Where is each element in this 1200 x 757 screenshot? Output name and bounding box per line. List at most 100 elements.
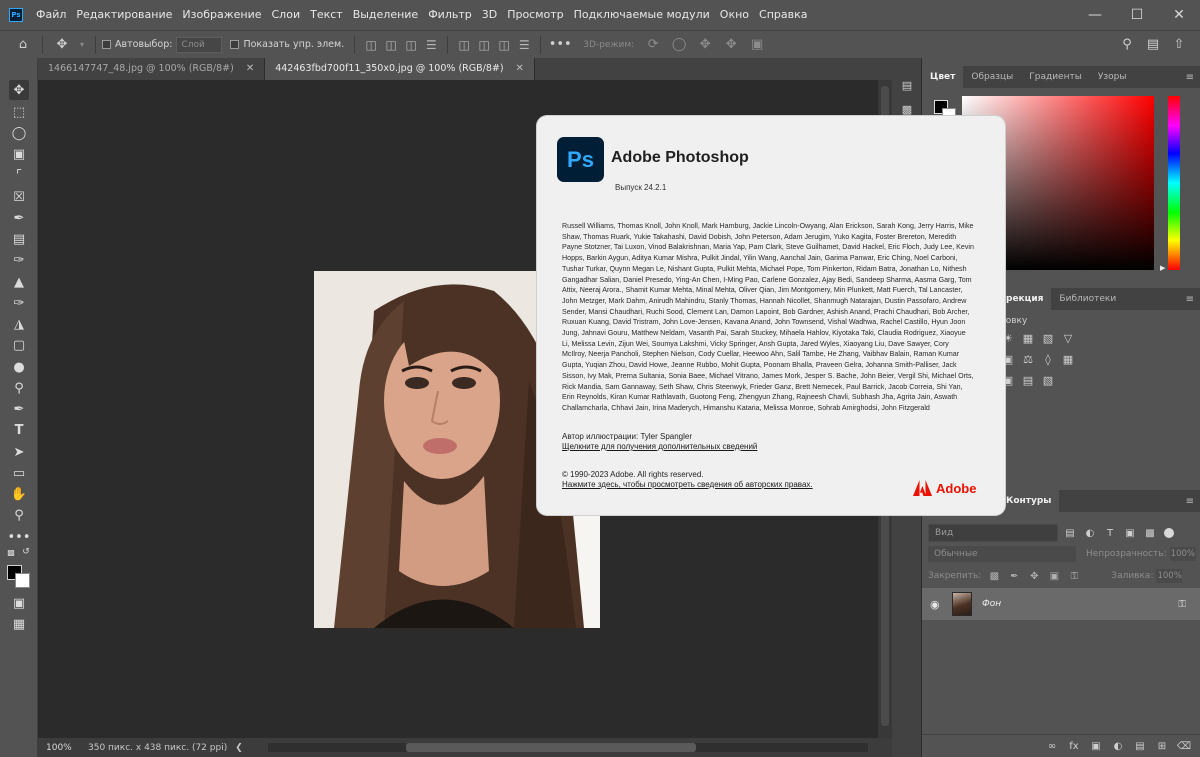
maximize-icon[interactable]: ☐ [1116,0,1158,30]
quick-mask-icon[interactable]: ▣ [9,593,29,613]
menu-select[interactable]: Выделение [348,0,424,30]
tab-swatches[interactable]: Образцы [963,66,1021,88]
home-icon[interactable]: ⌂ [12,34,34,56]
default-colors-icon[interactable]: ▩ [5,546,17,558]
type-tool-icon[interactable]: T [9,420,29,440]
curves-icon[interactable]: ▧ [1040,330,1056,346]
autoselect-select[interactable]: Слой [176,36,223,53]
adjustment-layer-icon[interactable]: ◐ [1110,738,1126,754]
photo-filter-icon[interactable]: ◊ [1040,351,1056,367]
healing-brush-tool-icon[interactable]: ▤ [9,229,29,249]
history-icon[interactable]: ▤ [898,76,916,94]
autoselect-checkbox[interactable] [102,40,111,49]
distribute-v-icon[interactable]: ☰ [514,35,534,55]
swap-colors-icon[interactable]: ↺ [20,546,32,558]
move-tool-icon[interactable]: ✥ [9,80,29,100]
eyedropper-tool-icon[interactable]: ✒ [9,208,29,228]
fill-field[interactable]: 100% [1156,569,1183,583]
lock-image-icon[interactable]: ✒ [1007,569,1021,583]
align-center-h-icon[interactable]: ◫ [381,35,401,55]
move-tool-icon[interactable]: ✥ [51,34,73,56]
blend-mode-select[interactable]: Обычные [928,546,1076,562]
more-options-icon[interactable]: ••• [549,34,572,56]
link-layers-icon[interactable]: ∞ [1044,738,1060,754]
brush-tool-icon[interactable]: ✑ [9,250,29,270]
zoom-level[interactable]: 100% [38,743,74,753]
lock-all-icon[interactable]: ⚿ [1067,569,1081,583]
menu-window[interactable]: Окно [715,0,754,30]
about-dialog[interactable]: Ps Adobe Photoshop Выпуск 24.2.1 Russell… [537,116,1005,515]
tab-patterns[interactable]: Узоры [1090,66,1135,88]
horizontal-scrollbar[interactable] [268,743,868,752]
dodge-tool-icon[interactable]: ⚲ [9,378,29,398]
menu-file[interactable]: Файл [31,0,71,30]
hue-slider[interactable] [1168,96,1180,270]
eye-icon[interactable]: ◉ [930,598,946,611]
show-controls-checkbox[interactable] [230,40,240,49]
panel-menu-icon[interactable]: ≡ [1186,496,1194,507]
menu-edit[interactable]: Редактирование [71,0,177,30]
tab-libraries[interactable]: Библиотеки [1051,288,1124,310]
camera-3d-icon[interactable]: ▣ [746,34,768,56]
add-mask-icon[interactable]: ▣ [1088,738,1104,754]
opacity-field[interactable]: 100% [1169,547,1196,561]
align-top-icon[interactable]: ◫ [454,35,474,55]
filter-shape-icon[interactable]: ▣ [1122,525,1138,541]
pen-tool-icon[interactable]: ✒ [9,399,29,419]
filter-type-icon[interactable]: T [1102,525,1118,541]
panel-menu-icon[interactable]: ≡ [1186,72,1194,83]
hue-slider-handle-icon[interactable]: ▶ [1160,264,1165,272]
filter-pixel-icon[interactable]: ▤ [1062,525,1078,541]
tab-document-2[interactable]: 442463fbd700f11_350x0.jpg @ 100% (RGB/8#… [265,58,535,80]
new-group-icon[interactable]: ▤ [1132,738,1148,754]
drag-3d-icon[interactable]: ✥ [694,34,716,56]
hand-tool-icon[interactable]: ✋ [9,484,29,504]
new-layer-icon[interactable]: ⊞ [1154,738,1170,754]
close-icon[interactable]: ✕ [246,58,254,80]
lock-artboard-icon[interactable]: ▣ [1047,569,1061,583]
align-middle-v-icon[interactable]: ◫ [474,35,494,55]
menu-image[interactable]: Изображение [177,0,266,30]
channel-mixer-icon[interactable]: ▦ [1060,351,1076,367]
distribute-h-icon[interactable]: ☰ [421,35,441,55]
stamp-tool-icon[interactable]: ▲ [9,272,29,292]
levels-icon[interactable]: ▦ [1020,330,1036,346]
zoom-tool-icon[interactable]: ⚲ [9,505,29,525]
status-menu-arrow[interactable]: ❮ [235,743,243,753]
tab-document-1[interactable]: 1466147747_48.jpg @ 100% (RGB/8#) ✕ [38,58,266,80]
trash-icon[interactable]: ⌫ [1176,738,1192,754]
orbit-3d-icon[interactable]: ⟳ [642,34,664,56]
align-right-icon[interactable]: ◫ [401,35,421,55]
panel-menu-icon[interactable]: ≡ [1186,294,1194,305]
background-color-swatch[interactable] [15,573,30,588]
share-icon[interactable]: ⇧ [1168,34,1190,56]
color-balance-icon[interactable]: ⚖ [1020,351,1036,367]
legal-link[interactable]: Нажмите здесь, чтобы просмотреть сведени… [562,480,813,489]
eraser-tool-icon[interactable]: ◮ [9,314,29,334]
posterize-icon[interactable]: ▤ [1020,372,1036,388]
tab-gradients[interactable]: Градиенты [1021,66,1090,88]
menu-plugins[interactable]: Подключаемые модули [569,0,715,30]
blur-tool-icon[interactable]: ● [9,357,29,377]
layer-row-background[interactable]: ◉ Фон ⚿ [922,588,1200,620]
layers-search-input[interactable]: Вид [928,524,1058,542]
align-bottom-icon[interactable]: ◫ [494,35,514,55]
lock-position-icon[interactable]: ✥ [1027,569,1041,583]
slide-3d-icon[interactable]: ✥ [720,34,742,56]
lock-icon[interactable]: ⚿ [1178,599,1186,610]
filter-smart-icon[interactable]: ▩ [1142,525,1158,541]
menu-3d[interactable]: 3D [477,0,502,30]
frame-tool-icon[interactable]: ☒ [9,187,29,207]
marquee-tool-icon[interactable]: ⬚ [9,102,29,122]
crop-tool-icon[interactable]: ⌜ [9,165,29,185]
chevron-down-icon[interactable]: ▾ [77,34,87,56]
filter-adjustment-icon[interactable]: ◐ [1082,525,1098,541]
shape-tool-icon[interactable]: ▭ [9,463,29,483]
menu-view[interactable]: Просмотр [502,0,568,30]
menu-layers[interactable]: Слои [267,0,306,30]
history-brush-tool-icon[interactable]: ✑ [9,293,29,313]
gradient-map-icon[interactable]: ▧ [1040,372,1056,388]
gradient-tool-icon[interactable]: ▢ [9,335,29,355]
more-tools-icon[interactable]: ••• [8,527,31,547]
menu-type[interactable]: Текст [305,0,348,30]
